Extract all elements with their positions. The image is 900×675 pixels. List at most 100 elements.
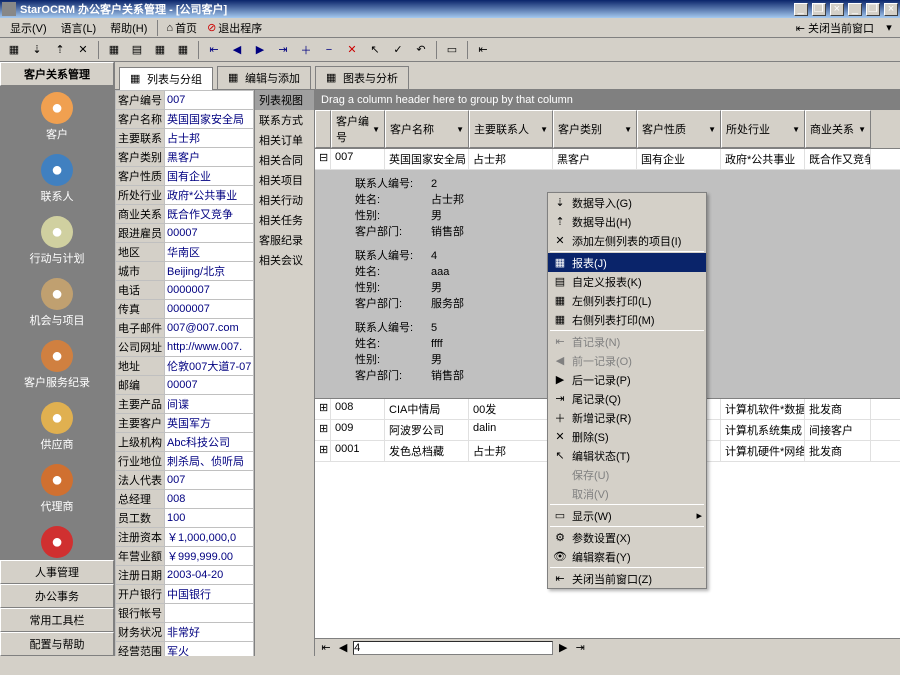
ctx-item-4[interactable]: ▦报表(J) [548, 253, 706, 272]
ctx-item-2[interactable]: ✕添加左侧列表的项目(I) [548, 231, 706, 250]
prop-row[interactable]: 邮编00007 [116, 376, 254, 395]
prop-row[interactable]: 法人代表007 [116, 471, 254, 490]
prop-row[interactable]: 主要联系占士邦 [116, 129, 254, 148]
tool-display[interactable]: ▭ [442, 40, 462, 60]
dropdown-icon[interactable]: ▼ [372, 125, 380, 134]
ctx-item-13[interactable]: ＋新增记录(R) [548, 408, 706, 427]
prop-row[interactable]: 跟进雇员00007 [116, 224, 254, 243]
nav-save[interactable]: ✓ [388, 40, 408, 60]
prop-row[interactable]: 城市Beijing/北京 [116, 262, 254, 281]
expand-toggle[interactable]: ⊞ [315, 420, 331, 440]
nav-cancel[interactable]: ↶ [411, 40, 431, 60]
tree-item-0[interactable]: 联系方式 [255, 110, 314, 130]
prop-row[interactable]: 上级机构Abc科技公司 [116, 433, 254, 452]
prop-row[interactable]: 所处行业政府*公共事业 [116, 186, 254, 205]
tool-2[interactable]: ⇣ [27, 40, 47, 60]
nav-item-1[interactable]: ●联系人 [0, 148, 114, 210]
prop-row[interactable]: 年营业额￥999,999.00 [116, 547, 254, 566]
col-header-3[interactable]: 客户类别▼ [553, 110, 637, 148]
table-row[interactable]: ⊟007英国国家安全局占士邦黑客户国有企业政府*公共事业既合作又竞争 [315, 149, 900, 170]
ctx-item-11[interactable]: ▶后一记录(P) [548, 370, 706, 389]
prop-row[interactable]: 经营范围军火 [116, 642, 254, 657]
nav-item-6[interactable]: ●代理商 [0, 458, 114, 520]
tool-print-r[interactable]: ▦ [173, 40, 193, 60]
tree-item-5[interactable]: 相关任务 [255, 210, 314, 230]
home-button[interactable]: ⌂首页 [162, 19, 201, 37]
tool-report[interactable]: ▦ [104, 40, 124, 60]
close-current-window-button[interactable]: ⇤ 关闭当前窗口 [790, 18, 880, 38]
menu-help[interactable]: 帮助(H) [104, 18, 153, 38]
nav-item-7[interactable]: ●竞争对手 [0, 520, 114, 560]
tree-item-7[interactable]: 相关会议 [255, 250, 314, 270]
tree-item-2[interactable]: 相关合同 [255, 150, 314, 170]
inner-minimize-button[interactable]: _ [848, 3, 862, 16]
nav-edit[interactable]: ↖ [365, 40, 385, 60]
prop-row[interactable]: 银行帐号 [116, 604, 254, 623]
prop-row[interactable]: 注册资本￥1,000,000,0 [116, 528, 254, 547]
col-header-0[interactable]: 客户编号▼ [331, 110, 385, 148]
tree-item-1[interactable]: 相关订单 [255, 130, 314, 150]
prop-row[interactable]: 行业地位刺杀局、侦听局 [116, 452, 254, 471]
prop-row[interactable]: 地址伦敦007大道7-07 [116, 357, 254, 376]
prop-row[interactable]: 地区华南区 [116, 243, 254, 262]
prop-row[interactable]: 注册日期2003-04-20 [116, 566, 254, 585]
prop-row[interactable]: 客户名称英国国家安全局 [116, 110, 254, 129]
inner-restore-button[interactable]: ❐ [866, 3, 880, 16]
prop-row[interactable]: 主要产品间谍 [116, 395, 254, 414]
nav-item-4[interactable]: ●客户服务纪录 [0, 334, 114, 396]
dropdown-icon[interactable]: ▾ [882, 21, 896, 34]
col-header-2[interactable]: 主要联系人▼ [469, 110, 553, 148]
tree-header[interactable]: 列表视图 [255, 90, 314, 110]
sb-last[interactable]: ⇥ [573, 641, 587, 654]
dropdown-icon[interactable]: ▼ [624, 125, 632, 134]
prop-row[interactable]: 电话0000007 [116, 281, 254, 300]
col-header-1[interactable]: 客户名称▼ [385, 110, 469, 148]
prop-row[interactable]: 主要客户英国军方 [116, 414, 254, 433]
nav-bottom-3[interactable]: 配置与帮助 [0, 632, 114, 656]
nav-last[interactable]: ⇥ [273, 40, 293, 60]
nav-header[interactable]: 客户关系管理 [0, 62, 114, 86]
col-header-5[interactable]: 所处行业▼ [721, 110, 805, 148]
nav-next[interactable]: ▶ [250, 40, 270, 60]
tool-close[interactable]: ⇤ [473, 40, 493, 60]
prop-row[interactable]: 商业关系既合作又竞争 [116, 205, 254, 224]
dropdown-icon[interactable]: ▼ [540, 125, 548, 134]
nav-bottom-0[interactable]: 人事管理 [0, 560, 114, 584]
tool-custom[interactable]: ▤ [127, 40, 147, 60]
prop-row[interactable]: 电子邮件007@007.com [116, 319, 254, 338]
tree-item-4[interactable]: 相关行动 [255, 190, 314, 210]
minimize-button[interactable]: _ [794, 3, 808, 16]
sb-next[interactable]: ▶ [556, 641, 570, 654]
tree-item-6[interactable]: 客服纪录 [255, 230, 314, 250]
expand-toggle[interactable]: ⊞ [315, 441, 331, 461]
tool-3[interactable]: ⇡ [50, 40, 70, 60]
tool-1[interactable]: ▦ [4, 40, 24, 60]
sb-first[interactable]: ⇤ [319, 641, 333, 654]
nav-bottom-1[interactable]: 办公事务 [0, 584, 114, 608]
nav-item-3[interactable]: ●机会与项目 [0, 272, 114, 334]
exit-button[interactable]: ⊘退出程序 [203, 19, 266, 37]
ctx-item-12[interactable]: ⇥尾记录(Q) [548, 389, 706, 408]
menu-display[interactable]: 显示(V) [4, 18, 53, 38]
ctx-item-14[interactable]: ✕删除(S) [548, 427, 706, 446]
close-button[interactable]: × [830, 3, 844, 16]
prop-row[interactable]: 开户银行中国银行 [116, 585, 254, 604]
prop-row[interactable]: 公司网址http://www.007. [116, 338, 254, 357]
nav-prev[interactable]: ◀ [227, 40, 247, 60]
nav-del[interactable]: − [319, 40, 339, 60]
ctx-item-22[interactable]: 👁编辑察看(Y) [548, 547, 706, 566]
nav-item-5[interactable]: ●供应商 [0, 396, 114, 458]
nav-item-0[interactable]: ●客户 [0, 86, 114, 148]
prop-row[interactable]: 传真0000007 [116, 300, 254, 319]
dropdown-icon[interactable]: ▼ [456, 125, 464, 134]
ctx-item-19[interactable]: ▭显示(W)▸ [548, 506, 706, 525]
dropdown-icon[interactable]: ▼ [858, 125, 866, 134]
ctx-item-15[interactable]: ↖编辑状态(T) [548, 446, 706, 465]
prop-row[interactable]: 员工数100 [116, 509, 254, 528]
dropdown-icon[interactable]: ▼ [708, 125, 716, 134]
prop-row[interactable]: 客户编号007 [116, 91, 254, 110]
nav-first[interactable]: ⇤ [204, 40, 224, 60]
inner-close-button[interactable]: × [884, 3, 898, 16]
ctx-item-7[interactable]: ▦右侧列表打印(M) [548, 310, 706, 329]
ctx-item-1[interactable]: ⇡数据导出(H) [548, 212, 706, 231]
